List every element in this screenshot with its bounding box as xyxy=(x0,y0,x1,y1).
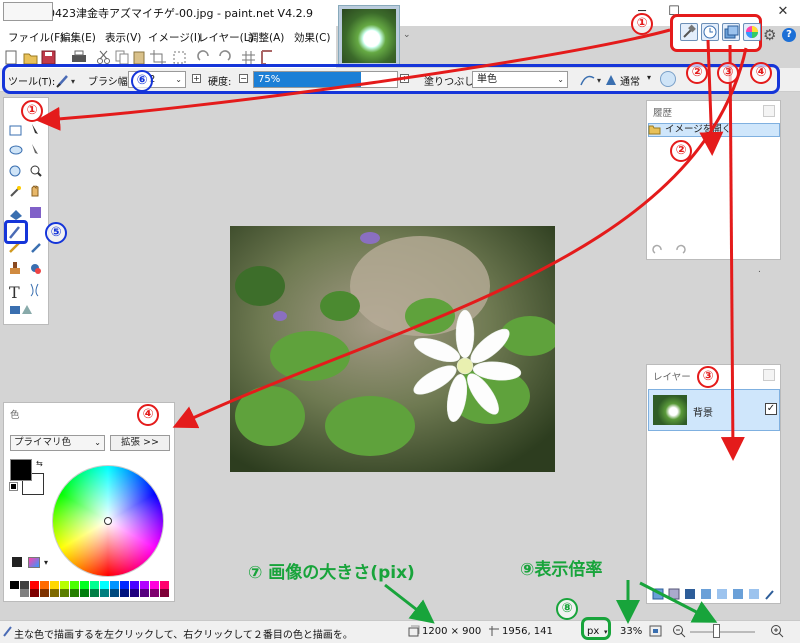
arrow-4-to-colors xyxy=(172,47,748,429)
annotation-6-options: ⑥ xyxy=(131,70,153,92)
annotation-3-layers: ③ xyxy=(697,366,719,388)
annotation-1-top: ① xyxy=(631,13,653,35)
annotation-1-tools: ① xyxy=(21,100,43,122)
arrow-7-to-size xyxy=(384,583,435,624)
annotation-9-zoom: ⑨表示倍率 xyxy=(520,560,603,580)
annotation-4-top: ④ xyxy=(750,62,772,84)
annotation-2-history: ② xyxy=(670,140,692,162)
annotation-2-top: ② xyxy=(686,62,708,84)
annotation-3-top: ③ xyxy=(717,62,739,84)
annotation-arrows xyxy=(36,28,748,624)
annotation-8-unit: ⑧ xyxy=(556,598,578,620)
arrow-3-to-layers xyxy=(720,44,745,461)
arrow-9-to-slider xyxy=(639,581,718,623)
annotation-7-image-size: ⑦ 画像の大きさ(pix) xyxy=(248,563,415,583)
annotation-5-brush: ⑤ xyxy=(45,222,67,244)
annotation-4-colors: ④ xyxy=(137,404,159,426)
